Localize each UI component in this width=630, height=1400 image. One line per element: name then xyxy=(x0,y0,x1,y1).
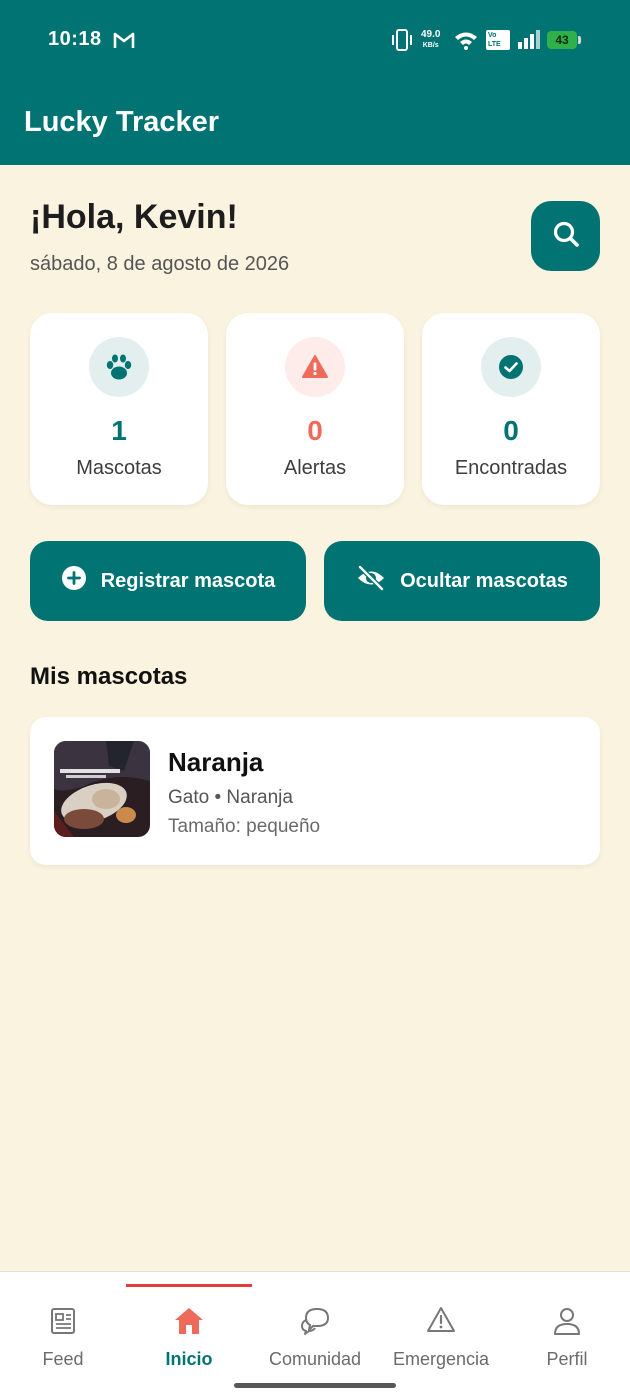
warning-icon xyxy=(285,337,345,397)
stat-card-alertas[interactable]: 0 Alertas xyxy=(226,313,404,505)
nav-label: Inicio xyxy=(165,1349,213,1369)
nav-feed[interactable]: Feed xyxy=(0,1272,126,1382)
stat-value: 1 xyxy=(111,415,127,446)
nav-emergencia[interactable]: Emergencia xyxy=(378,1272,504,1382)
stat-value: 0 xyxy=(307,415,323,446)
vibrate-icon xyxy=(390,29,414,56)
app-header: 10:18 49.0 KB/s Vo LTE 43 Lucky Tracker xyxy=(0,0,630,165)
stat-label: Alertas xyxy=(283,457,347,479)
status-bar: 10:18 49.0 KB/s Vo LTE 43 xyxy=(0,0,630,80)
register-pet-button[interactable]: Registrar mascota xyxy=(30,541,306,621)
system-home-indicator[interactable] xyxy=(234,1383,396,1388)
search-icon xyxy=(552,220,580,253)
wifi-icon xyxy=(454,30,478,55)
nav-label: Feed xyxy=(42,1349,84,1369)
greeting-heading: ¡Hola, Kevin! xyxy=(30,198,238,236)
speed-value: 49.0 xyxy=(421,29,441,40)
newspaper-icon xyxy=(48,1306,78,1341)
volte-badge: Vo LTE xyxy=(486,30,510,50)
current-date: sábado, 8 de agosto de 2026 xyxy=(30,253,290,275)
battery-tip xyxy=(578,36,581,44)
gmail-notification-icon xyxy=(113,31,135,54)
stat-label: Encontradas xyxy=(454,457,568,479)
network-speed: 49.0 KB/s xyxy=(421,29,440,51)
pet-name: Naranja xyxy=(168,747,264,777)
volte-bottom: LTE xyxy=(488,41,501,48)
bottom-navigation: Feed Inicio Comunidad Emergencia Perfil xyxy=(0,1271,630,1400)
chat-bubbles-icon xyxy=(299,1306,331,1341)
pet-card[interactable]: Naranja Gato • Naranja Tamaño: pequeño xyxy=(30,717,600,865)
register-pet-label: Registrar mascota xyxy=(100,569,276,592)
add-circle-icon xyxy=(61,565,87,597)
warning-icon xyxy=(426,1306,456,1339)
check-circle-icon xyxy=(481,337,541,397)
nav-label: Comunidad xyxy=(268,1349,362,1369)
home-icon xyxy=(173,1306,205,1341)
stat-card-encontradas[interactable]: 0 Encontradas xyxy=(422,313,600,505)
hide-pets-label: Ocultar mascotas xyxy=(400,569,568,592)
nav-label: Perfil xyxy=(546,1349,588,1369)
battery-level: 43 xyxy=(555,33,569,47)
volte-top: Vo xyxy=(488,32,497,39)
stat-card-mascotas[interactable]: 1 Mascotas xyxy=(30,313,208,505)
section-title-mis-mascotas: Mis mascotas xyxy=(30,663,188,690)
nav-comunidad[interactable]: Comunidad xyxy=(252,1272,378,1382)
status-time: 10:18 xyxy=(48,28,102,50)
stat-label: Mascotas xyxy=(76,457,162,479)
nav-inicio[interactable]: Inicio xyxy=(126,1272,252,1382)
user-icon xyxy=(552,1306,582,1341)
pet-photo xyxy=(54,741,150,837)
hide-pets-button[interactable]: Ocultar mascotas xyxy=(324,541,600,621)
nav-perfil[interactable]: Perfil xyxy=(504,1272,630,1382)
eye-off-icon xyxy=(356,564,386,597)
battery-indicator: 43 xyxy=(547,31,577,49)
pet-type: Gato • Naranja xyxy=(168,787,293,808)
pet-size: Tamaño: pequeño xyxy=(168,816,321,837)
speed-unit: KB/s xyxy=(422,42,439,49)
nav-label: Emergencia xyxy=(392,1349,490,1369)
signal-icon xyxy=(517,30,541,55)
app-title: Lucky Tracker xyxy=(24,106,220,138)
search-button[interactable] xyxy=(531,201,600,271)
stat-value: 0 xyxy=(503,415,519,446)
paw-icon xyxy=(89,337,149,397)
